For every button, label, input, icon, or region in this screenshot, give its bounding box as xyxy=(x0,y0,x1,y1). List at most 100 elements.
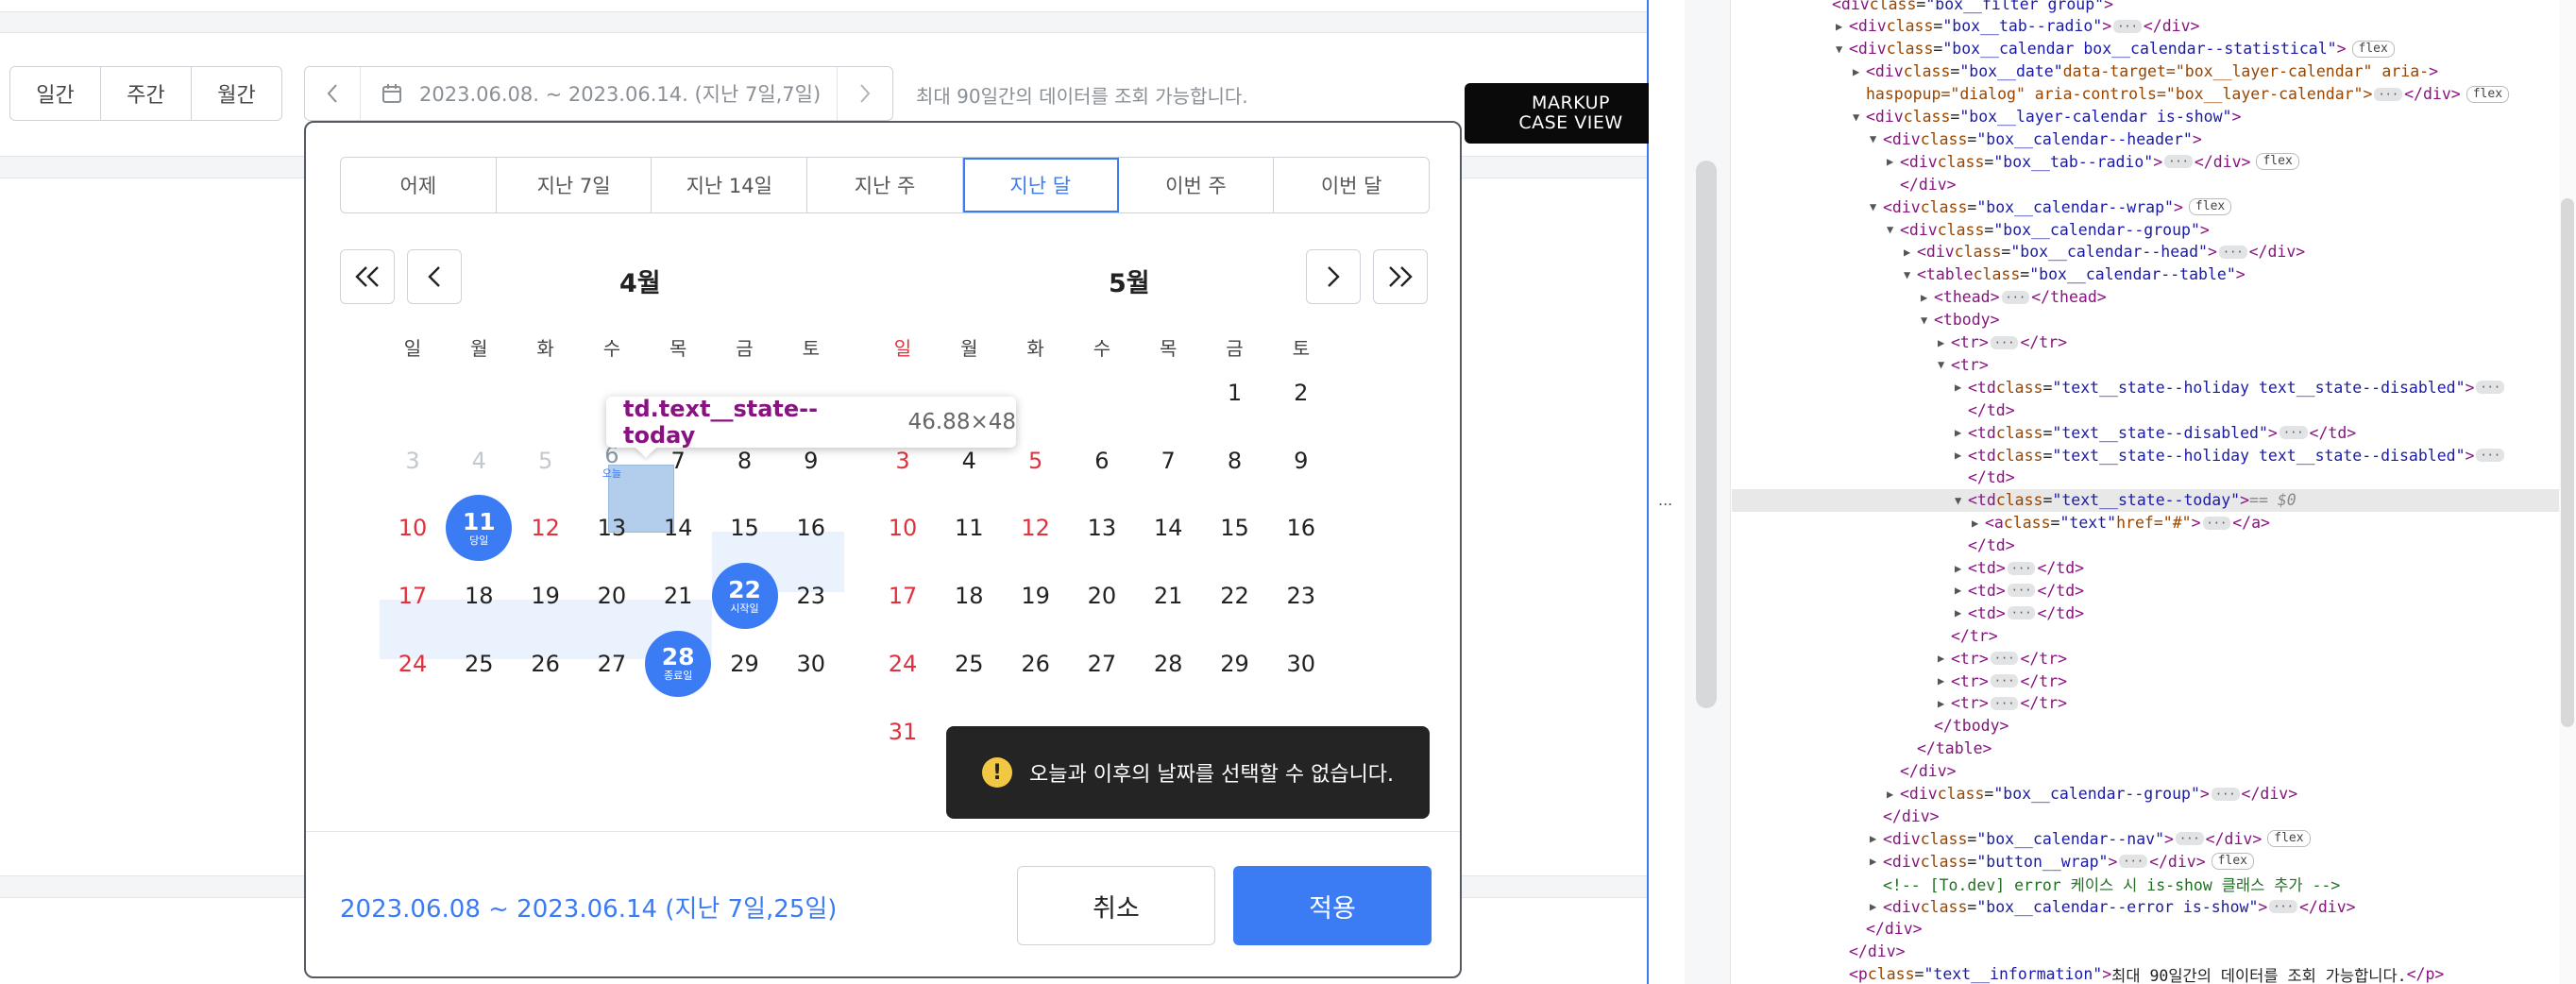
calendar-day[interactable]: 18 xyxy=(936,562,1002,630)
calendar-day[interactable]: 12 xyxy=(513,494,579,562)
calendar-day[interactable]: 27 xyxy=(579,630,645,698)
dom-node-line[interactable]: ▶ <tr > ··· </tr> xyxy=(1732,692,2576,715)
dom-node-line[interactable]: </div> xyxy=(1732,918,2576,941)
dom-node-line[interactable]: ▶ <div class = "box__tab--radio" > ··· </div> xyxy=(1732,15,2576,38)
dom-node-line[interactable]: ▼ <div class = "box__calendar--wrap" > flex xyxy=(1732,195,2576,218)
expand-caret-icon[interactable]: ▶ xyxy=(1870,900,1883,913)
dom-node-line[interactable]: ▶ <div class = "box__calendar--nav" > ··· </di… xyxy=(1732,827,2576,850)
expand-caret-icon[interactable]: ▼ xyxy=(1938,358,1951,371)
next-month-button[interactable] xyxy=(1306,249,1361,304)
calendar-day[interactable]: 30 xyxy=(778,630,844,698)
dom-node-line[interactable]: </td> xyxy=(1732,399,2576,421)
dom-node-line[interactable]: </td> xyxy=(1732,534,2576,557)
dom-node-line[interactable]: ▼ <tr > xyxy=(1732,353,2576,376)
expand-caret-icon[interactable]: ▶ xyxy=(1955,562,1968,575)
expand-caret-icon[interactable]: ▼ xyxy=(1921,314,1934,327)
prev-year-button[interactable] xyxy=(340,249,395,304)
calendar-day[interactable]: 19 xyxy=(1003,562,1069,630)
dom-node-line[interactable]: ▼ <div class = "box__calendar--group" > xyxy=(1732,218,2576,241)
dom-node-line[interactable]: haspopup="dialog" aria-controls="box__la… xyxy=(1732,83,2576,106)
calendar-day[interactable]: 7 xyxy=(1135,427,1201,495)
expand-caret-icon[interactable]: ▶ xyxy=(1938,697,1951,710)
collapsed-content-badge[interactable]: ··· xyxy=(2001,290,2030,304)
collapsed-content-badge[interactable]: ··· xyxy=(2113,19,2142,33)
calendar-day[interactable]: 10 xyxy=(870,494,936,562)
collapsed-content-badge[interactable]: ··· xyxy=(2279,426,2308,440)
dom-node-line[interactable]: </div> xyxy=(1732,760,2576,783)
expand-caret-icon[interactable]: ▶ xyxy=(1887,788,1900,801)
expand-caret-icon[interactable]: ▼ xyxy=(1870,132,1883,145)
calendar-day[interactable]: 17 xyxy=(380,562,446,630)
calendar-day[interactable]: 21 xyxy=(645,562,711,630)
dom-node-line[interactable]: ▶ <tr > ··· </tr> xyxy=(1732,331,2576,354)
collapsed-content-badge[interactable]: ··· xyxy=(2269,900,2297,913)
quick-tab-5[interactable]: 이번 주 xyxy=(1119,158,1275,212)
calendar-day[interactable]: 24 xyxy=(870,630,936,698)
calendar-day[interactable]: 5 xyxy=(513,427,579,495)
selected-day-circle[interactable]: 11 당일 xyxy=(446,495,513,562)
dom-node-line[interactable]: ▶ <td class = "text__state--holiday text__s… xyxy=(1732,376,2576,399)
selected-day-circle[interactable]: 28 종료일 xyxy=(645,630,712,697)
expand-caret-icon[interactable]: ▼ xyxy=(1853,110,1866,124)
expand-caret-icon[interactable]: ▶ xyxy=(1887,155,1900,168)
dom-node-line[interactable]: <div class = "box__filter group" > xyxy=(1732,0,2576,15)
dom-node-line[interactable]: ▶ <div class = "box__date" data-target="box… xyxy=(1732,60,2576,83)
dom-node-line[interactable]: ▶ <tr > ··· </tr> xyxy=(1732,670,2576,692)
expand-caret-icon[interactable]: ▶ xyxy=(1870,832,1883,845)
dom-node-line[interactable]: ▶ <td class = "text__state--holiday text__s… xyxy=(1732,444,2576,467)
dom-node-line[interactable]: ▼ <table class = "box__calendar--table" > xyxy=(1732,263,2576,286)
calendar-day[interactable]: 9 xyxy=(1268,427,1334,495)
calendar-day[interactable]: 16 xyxy=(778,494,844,562)
expand-caret-icon[interactable]: ▶ xyxy=(1955,584,1968,597)
period-tab-weekly[interactable]: 주간 xyxy=(101,67,192,120)
collapsed-content-badge[interactable]: ··· xyxy=(2218,245,2247,259)
dom-node-line[interactable]: </div> xyxy=(1732,805,2576,827)
calendar-day[interactable]: 10 xyxy=(380,494,446,562)
expand-caret-icon[interactable]: ▶ xyxy=(1921,291,1934,304)
collapsed-content-badge[interactable]: ··· xyxy=(2164,155,2193,169)
calendar-day[interactable]: 19 xyxy=(513,562,579,630)
dom-node-line[interactable]: ▼ <div class = "box__layer-calendar is-show… xyxy=(1732,106,2576,128)
flex-badge[interactable]: flex xyxy=(2466,85,2510,103)
flex-badge[interactable]: flex xyxy=(2211,853,2254,871)
collapsed-content-badge[interactable]: ··· xyxy=(1990,696,2019,710)
dom-node-line[interactable]: </tr> xyxy=(1732,624,2576,647)
calendar-day[interactable]: 8 xyxy=(1202,427,1268,495)
dom-node-line[interactable]: ▶ <div class = "box__calendar--head" > ··· </d… xyxy=(1732,241,2576,263)
calendar-day[interactable]: 31 xyxy=(870,698,936,766)
dom-node-line[interactable]: ▶ <td > ··· </td> xyxy=(1732,557,2576,580)
expand-caret-icon[interactable]: ▼ xyxy=(1836,42,1849,56)
dom-node-line[interactable]: ▶ <a class = "text" href="#" > ··· </a> xyxy=(1732,512,2576,534)
calendar-day[interactable]: 2 xyxy=(1268,359,1334,427)
calendar-day[interactable]: 23 xyxy=(1268,562,1334,630)
expand-caret-icon[interactable]: ▶ xyxy=(1836,20,1849,33)
dom-node-line[interactable]: ▶ <td class = "text__state--disabled" > ··· </… xyxy=(1732,421,2576,444)
quick-tab-1[interactable]: 지난 7일 xyxy=(497,158,652,212)
flex-badge[interactable]: flex xyxy=(2256,153,2299,171)
collapsed-content-badge[interactable]: ··· xyxy=(2374,87,2403,101)
quick-tab-6[interactable]: 이번 달 xyxy=(1274,158,1429,212)
date-range-field[interactable]: 2023.06.08. ~ 2023.06.14. (지난 7일,7일) xyxy=(304,66,893,121)
calendar-day[interactable]: 14 xyxy=(1135,494,1201,562)
calendar-day[interactable]: 15 xyxy=(1202,494,1268,562)
calendar-day[interactable]: 25 xyxy=(446,630,512,698)
expand-caret-icon[interactable]: ▶ xyxy=(1904,246,1917,259)
apply-button[interactable]: 적용 xyxy=(1233,866,1432,945)
dom-node-line[interactable]: ▶ <td > ··· </td> xyxy=(1732,579,2576,602)
collapsed-content-badge[interactable]: ··· xyxy=(2211,787,2240,801)
dom-node-line[interactable]: <p class = "text__information" > 최대 90일간의 데이… xyxy=(1732,963,2576,984)
flex-badge[interactable]: flex xyxy=(2351,40,2395,58)
markup-case-view-badge[interactable]: MARKUP CASE VIEW xyxy=(1465,83,1677,144)
dom-node-line[interactable]: </td> xyxy=(1732,467,2576,489)
dom-node-line[interactable]: </table> xyxy=(1732,738,2576,760)
dom-node-line[interactable]: <!-- [To.dev] error 케이스 시 is-show 클래스 추가… xyxy=(1732,873,2576,895)
calendar-day[interactable]: 26 xyxy=(513,630,579,698)
dom-node-line[interactable]: ▶ <div class = "box__calendar--error is-sho… xyxy=(1732,895,2576,918)
devtools-scrollbar[interactable] xyxy=(1696,161,1717,708)
dom-node-line[interactable]: ▶ <td > ··· </td> xyxy=(1732,602,2576,624)
quick-tab-0[interactable]: 어제 xyxy=(341,158,497,212)
calendar-day[interactable]: 14 xyxy=(645,494,711,562)
calendar-day[interactable]: 6 xyxy=(1069,427,1135,495)
expand-caret-icon[interactable]: ▶ xyxy=(1938,652,1951,665)
calendar-day[interactable]: 20 xyxy=(579,562,645,630)
